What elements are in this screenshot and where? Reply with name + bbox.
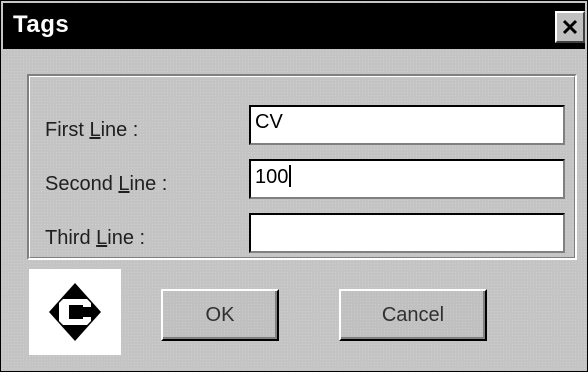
third-line-label: Third Line :	[45, 227, 146, 249]
second-line-field[interactable]: 100	[249, 159, 565, 199]
second-line-label: Second Line :	[45, 173, 168, 195]
window-title: Tags	[13, 11, 70, 38]
ok-button[interactable]: OK	[161, 289, 279, 341]
first-line-label: First Line :	[45, 119, 139, 141]
c-diamond-logo-icon	[49, 283, 101, 341]
app-logo	[29, 269, 121, 355]
tags-dialog: Tags First Line : CV Second Line : 100 T…	[0, 0, 588, 372]
third-line-field[interactable]	[249, 213, 565, 253]
close-icon	[562, 19, 578, 35]
first-line-field[interactable]: CV	[249, 105, 565, 145]
cancel-button[interactable]: Cancel	[339, 289, 487, 341]
title-bar[interactable]: Tags	[3, 3, 585, 49]
text-caret	[289, 165, 292, 187]
close-button[interactable]	[555, 11, 585, 43]
